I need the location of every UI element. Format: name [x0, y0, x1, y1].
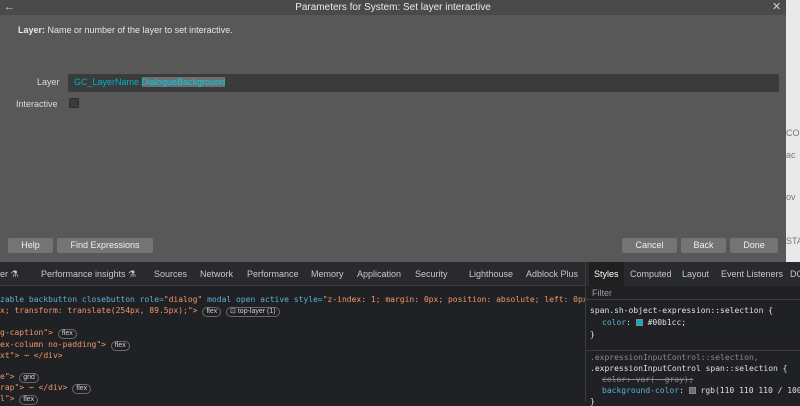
tab-computed[interactable]: Computed — [630, 269, 672, 279]
tab-performance-insights[interactable]: Performance insights ⚗ — [41, 269, 136, 280]
tab-event-listeners[interactable]: Event Listeners — [721, 269, 783, 279]
flex-badge[interactable]: flex — [72, 384, 92, 394]
styles-pane: Filter span.sh-object-expression::select… — [585, 286, 800, 406]
devtools-panel: er ⚗ Performance insights ⚗ Sources Netw… — [0, 262, 800, 406]
tab-dom-breakpoints[interactable]: DO — [790, 269, 800, 279]
tab-network[interactable]: Network — [200, 269, 233, 279]
close-icon[interactable]: ✕ — [772, 0, 781, 15]
background-text: ov — [786, 192, 796, 202]
tab-performance[interactable]: Performance — [247, 269, 299, 279]
flex-badge[interactable]: flex — [202, 307, 222, 317]
tree-line[interactable]: rap"> ⋯ </div> flex — [0, 383, 92, 394]
styles-tabbar: Styles Computed Layout Event Listeners D… — [585, 262, 800, 286]
description-text: Name or number of the layer to set inter… — [45, 25, 233, 35]
tab-styles[interactable]: Styles — [589, 262, 624, 286]
background-page: CO ac ov STA — [786, 0, 800, 262]
parameters-dialog: ← Parameters for System: Set layer inter… — [0, 0, 786, 262]
rule-close: } — [590, 330, 595, 339]
expression-object: GC_LayerName. — [74, 77, 142, 87]
layer-expression-text: GC_LayerName.DialogueBackground — [74, 77, 226, 87]
tree-line[interactable]: zable backbutton closebutton role="dialo… — [0, 295, 617, 304]
dialog-titlebar: ← Parameters for System: Set layer inter… — [0, 0, 786, 15]
devtools-tabbar: er ⚗ Performance insights ⚗ Sources Netw… — [0, 262, 585, 286]
top-layer-badge[interactable]: ⊡ top-layer (1) — [226, 307, 280, 317]
done-button[interactable]: Done — [730, 238, 778, 253]
tab-lighthouse[interactable]: Lighthouse — [469, 269, 513, 279]
flex-badge[interactable]: flex — [57, 329, 77, 339]
tree-line[interactable]: xt"> ⋯ </div> — [0, 351, 63, 360]
rule-close: } — [590, 397, 595, 406]
grid-badge[interactable]: grid — [19, 373, 39, 383]
color-swatch[interactable] — [688, 387, 696, 394]
tree-line[interactable]: l"> flex — [0, 394, 39, 405]
background-text: STA — [786, 236, 800, 246]
rule-declaration[interactable]: color: #00b1cc; — [602, 318, 686, 327]
back-button[interactable]: Back — [681, 238, 726, 253]
rule-selector: span.sh-object-expression::selection { — [590, 306, 774, 315]
color-swatch[interactable] — [635, 319, 643, 326]
description-label: Layer: — [18, 25, 46, 35]
layer-expression-input[interactable]: GC_LayerName.DialogueBackground — [68, 74, 779, 92]
rule-declaration[interactable]: background-color: rgb(110 110 110 / 100%… — [602, 386, 800, 395]
tab-security[interactable]: Security — [415, 269, 448, 279]
cancel-button[interactable]: Cancel — [622, 238, 677, 253]
expression-selection: DialogueBackground — [141, 77, 226, 87]
elements-tree[interactable]: zable backbutton closebutton role="dialo… — [0, 286, 617, 405]
tab-sources[interactable]: Sources — [154, 269, 187, 279]
dialog-title: Parameters for System: Set layer interac… — [295, 2, 491, 13]
tree-line[interactable]: ex-column no-padding"> flex — [0, 340, 130, 351]
flex-badge[interactable]: flex — [19, 395, 39, 405]
tab-memory[interactable]: Memory — [311, 269, 344, 279]
interactive-label: Interactive — [16, 99, 58, 109]
tab-elements[interactable]: er ⚗ — [0, 269, 19, 280]
tree-line[interactable]: e"> grid — [0, 372, 39, 383]
tree-line[interactable]: g-caption"> flex — [0, 328, 77, 339]
find-expressions-button[interactable]: Find Expressions — [57, 238, 153, 253]
tab-application[interactable]: Application — [357, 269, 401, 279]
interactive-checkbox[interactable] — [69, 98, 79, 108]
rule-divider — [586, 350, 800, 351]
tab-layout[interactable]: Layout — [682, 269, 709, 279]
rule-declaration-overridden[interactable]: color: var(--gray); — [602, 375, 694, 384]
tree-line[interactable]: x; transform: translate(254px, 89.5px);"… — [0, 306, 280, 317]
styles-filter-input[interactable]: Filter — [586, 286, 800, 300]
background-text: CO — [786, 128, 800, 138]
rule-selector: .expressionInputControl::selection, — [590, 353, 759, 362]
layer-label: Layer — [37, 77, 60, 87]
background-text: ac — [786, 150, 796, 160]
parameter-description: Layer: Name or number of the layer to se… — [18, 25, 233, 35]
tab-adblock-plus[interactable]: Adblock Plus — [526, 269, 578, 279]
help-button[interactable]: Help — [8, 238, 53, 253]
rule-selector: .expressionInputControl span::selection … — [590, 364, 788, 373]
flex-badge[interactable]: flex — [110, 341, 130, 351]
